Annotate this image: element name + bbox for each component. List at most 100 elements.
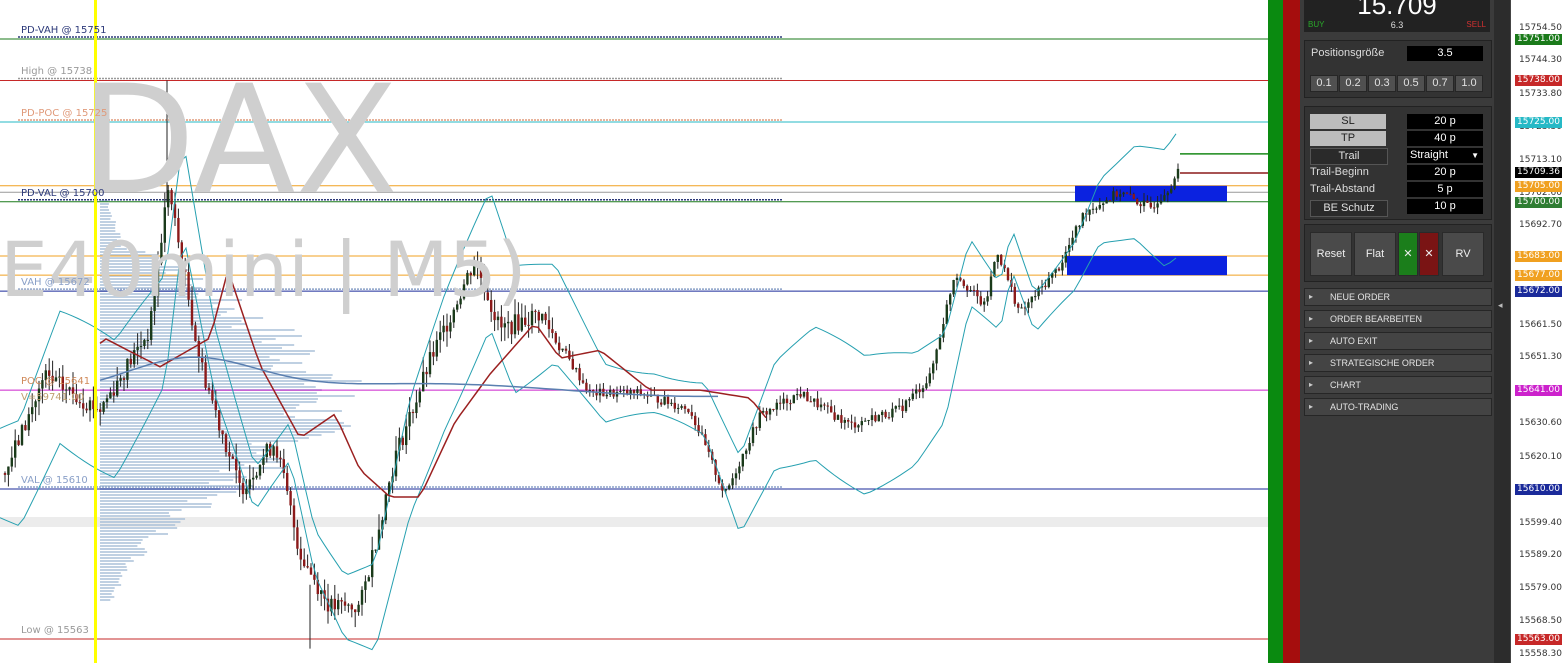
level-label: V=59741.00 — [21, 392, 84, 404]
volume-profile-bar — [100, 338, 276, 340]
candle-body — [728, 485, 731, 490]
size-button-0-5[interactable]: 0.5 — [1397, 75, 1425, 92]
reset-button[interactable]: Reset — [1310, 232, 1352, 276]
candle-body — [411, 411, 415, 414]
volume-profile-bar — [100, 431, 335, 433]
candle-body — [415, 402, 418, 414]
be-field[interactable]: 10 p — [1407, 199, 1483, 214]
menu-neue-order[interactable]: ▸ NEUE ORDER — [1304, 288, 1492, 306]
candle-body — [1006, 268, 1010, 281]
candle-body — [694, 415, 697, 426]
volume-profile-bar — [100, 542, 142, 544]
order-settings-section: SL 20 p TP 40 p Trail Straight ▼ Trail-B… — [1304, 106, 1492, 220]
candle-body — [938, 337, 942, 350]
close-sell-button[interactable]: ✕ — [1419, 232, 1439, 276]
candle-body — [354, 609, 357, 613]
candle-body — [201, 357, 204, 363]
volume-profile-bar — [100, 416, 296, 418]
volume-profile-bar — [100, 443, 252, 445]
trail-distance-field[interactable]: 5 p — [1407, 182, 1483, 197]
candle-body — [1020, 307, 1023, 309]
candle-body — [741, 453, 744, 467]
sell-label[interactable]: SELL — [1466, 20, 1486, 29]
candle-body — [82, 403, 85, 409]
price-chart[interactable]: DAX E40mini | M5) PD-VAH @ 15751 High @ 1… — [0, 0, 1268, 663]
candle-body — [1163, 195, 1166, 201]
menu-strategische-order[interactable]: ▸ STRATEGISCHE ORDER — [1304, 354, 1492, 372]
candle-body — [333, 598, 336, 610]
menu-auto-trading[interactable]: ▸ AUTO-TRADING — [1304, 398, 1492, 416]
size-button-0-3[interactable]: 0.3 — [1368, 75, 1396, 92]
volume-profile-bar — [100, 458, 283, 460]
candle-body — [768, 408, 772, 415]
volume-profile-bar — [100, 548, 145, 550]
candle-body — [1166, 192, 1169, 196]
trail-toggle[interactable]: Trail — [1310, 148, 1388, 165]
volume-profile-bar — [100, 575, 123, 577]
size-button-0-2[interactable]: 0.2 — [1339, 75, 1367, 92]
candle-body — [921, 388, 925, 393]
tp-toggle[interactable]: TP — [1310, 131, 1386, 146]
size-button-1-0[interactable]: 1.0 — [1455, 75, 1483, 92]
candle-body — [303, 559, 306, 567]
price-badge: 15709.36 — [1515, 166, 1562, 178]
candle-body — [683, 406, 687, 409]
candle-body — [211, 390, 214, 401]
volume-profile-bar — [100, 398, 318, 400]
candle-body — [983, 301, 986, 305]
candle-body — [588, 390, 591, 392]
volume-profile-bar — [100, 581, 119, 583]
sl-toggle[interactable]: SL — [1310, 114, 1386, 129]
volume-profile-bar — [100, 374, 333, 376]
candle-body — [374, 549, 377, 551]
menu-auto-exit[interactable]: ▸ AUTO EXIT — [1304, 332, 1492, 350]
volume-profile-bar — [100, 446, 273, 448]
candle-body — [31, 407, 34, 415]
menu-order-bearbeiten[interactable]: ▸ ORDER BEARBEITEN — [1304, 310, 1492, 328]
axis-tick: 15558.30 — [1519, 649, 1562, 659]
price-axis[interactable]: 15754.5015744.3015733.8015723.3015713.10… — [1510, 0, 1562, 663]
be-toggle[interactable]: BE Schutz — [1310, 200, 1388, 217]
candle-body — [775, 402, 778, 410]
candle-body — [360, 589, 364, 605]
candle-body — [432, 352, 435, 357]
level-label: PD-POC @ 15725 — [21, 107, 108, 119]
candle-body — [568, 350, 571, 359]
candle-body — [1146, 200, 1149, 203]
menu-chart[interactable]: ▸ CHART — [1304, 376, 1492, 394]
candle-body — [867, 420, 870, 422]
price-badge: 15705.00 — [1515, 180, 1562, 192]
candle-body — [989, 276, 993, 297]
chevron-right-icon: ▸ — [1309, 402, 1314, 411]
candle-body — [772, 408, 775, 410]
candle-body — [680, 406, 683, 408]
volume-profile-bar — [100, 569, 128, 571]
close-buy-button[interactable]: ✕ — [1398, 232, 1418, 276]
volume-profile-bar — [100, 407, 296, 409]
candle-body — [1159, 200, 1163, 204]
panel-collapse-strip[interactable]: ◂ — [1494, 0, 1510, 663]
candle-body — [911, 393, 914, 400]
candle-body — [1027, 302, 1030, 308]
volume-profile-bar — [100, 518, 186, 520]
collapse-arrow-icon[interactable]: ◂ — [1498, 300, 1503, 311]
size-button-0-1[interactable]: 0.1 — [1310, 75, 1338, 92]
trail-mode-select[interactable]: Straight ▼ — [1407, 148, 1483, 163]
candle-body — [231, 456, 234, 459]
volume-profile-bar — [100, 320, 242, 322]
candle-body — [690, 412, 693, 416]
candle-body — [1132, 194, 1135, 199]
tp-field[interactable]: 40 p — [1407, 131, 1483, 146]
candle-body — [146, 339, 149, 341]
candle-body — [139, 346, 143, 348]
flat-button[interactable]: Flat — [1354, 232, 1396, 276]
candle-body — [850, 421, 853, 423]
rv-button[interactable]: RV — [1442, 232, 1484, 276]
volume-profile-bar — [100, 512, 169, 514]
axis-tick: 15754.50 — [1519, 22, 1562, 33]
size-button-0-7[interactable]: 0.7 — [1426, 75, 1454, 92]
position-size-field[interactable]: 3.5 — [1407, 46, 1483, 61]
candle-body — [847, 419, 850, 422]
sl-field[interactable]: 20 p — [1407, 114, 1483, 129]
trail-begin-field[interactable]: 20 p — [1407, 165, 1483, 180]
